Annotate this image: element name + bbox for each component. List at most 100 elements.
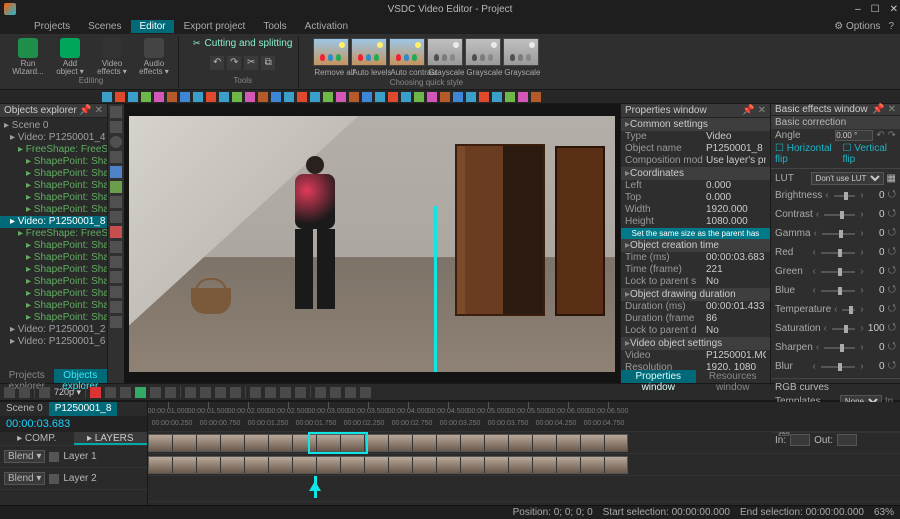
preview-canvas[interactable]	[129, 116, 615, 372]
tool-sprite[interactable]	[110, 271, 122, 283]
property-row[interactable]: Composition modUse layer's properties	[621, 155, 770, 167]
quick-style-remove-all[interactable]: Remove all	[313, 38, 349, 66]
property-row[interactable]: Time (frame)221	[621, 264, 770, 276]
track-header[interactable]: Blend ▾Layer 1	[0, 446, 147, 468]
toolbar-icon[interactable]	[401, 92, 411, 102]
menu-export-project[interactable]: Export project	[176, 20, 254, 33]
help-button[interactable]: ?	[888, 21, 894, 32]
tool-rect[interactable]	[110, 121, 122, 133]
tool-subtitle[interactable]	[110, 301, 122, 313]
tool-counter[interactable]	[110, 241, 122, 253]
toolbar-icon[interactable]	[362, 92, 372, 102]
goto-end-icon[interactable]	[230, 387, 241, 398]
tree-item[interactable]: ▸ Video: P1250001_8	[0, 216, 107, 228]
tree-item[interactable]: ▸ ShapePoint: ShapePoint	[0, 300, 107, 312]
audio-button[interactable]: Audioeffects ▾	[136, 38, 172, 76]
tree-item[interactable]: ▸ ShapePoint: ShapePoint	[0, 240, 107, 252]
crumb-scene[interactable]: Scene 0	[0, 402, 49, 416]
tree-item[interactable]: ▸ ShapePoint: ShapePoint	[0, 168, 107, 180]
property-row[interactable]: VideoP1250001.MOV; l	[621, 350, 770, 362]
slider-red[interactable]: Red‹›0⭯	[771, 243, 900, 262]
slider-blur[interactable]: Blur‹›0⭯	[771, 357, 900, 376]
section-basic-correction[interactable]: Basic correction	[771, 116, 900, 129]
toolbar-icon[interactable]	[115, 92, 125, 102]
tool-chart[interactable]	[110, 211, 122, 223]
slider-contrast[interactable]: Contrast‹›0⭯	[771, 205, 900, 224]
tool-shape[interactable]	[110, 181, 122, 193]
maximize-button[interactable]: ☐	[871, 4, 880, 15]
toolbar-icon[interactable]	[531, 92, 541, 102]
vflip-checkbox[interactable]: ☐ Vertical flip	[842, 143, 896, 165]
tree-item[interactable]: ▸ ShapePoint: ShapePoint	[0, 204, 107, 216]
toolbar-icon[interactable]	[388, 92, 398, 102]
tab-resources-window[interactable]: Resources window	[696, 370, 771, 383]
tree-item[interactable]: ▸ Scene 0	[0, 120, 107, 132]
tree-item[interactable]: ▸ ShapePoint: ShapePoint	[0, 312, 107, 324]
property-row[interactable]: Resolution1920, 1080	[621, 362, 770, 370]
menu-tools[interactable]: Tools	[255, 20, 294, 33]
properties-body[interactable]: Common settingsTypeVideoObject nameP1250…	[621, 118, 770, 370]
tool-video[interactable]	[110, 286, 122, 298]
close-button[interactable]: ✕	[890, 4, 898, 15]
props-section-header[interactable]: Common settings	[621, 118, 770, 131]
zoom-out-icon[interactable]	[4, 387, 15, 398]
slider-brightness[interactable]: Brightness‹›0⭯	[771, 186, 900, 205]
property-row[interactable]: Time (ms)00:00:03.683	[621, 252, 770, 264]
tab-objects-explorer[interactable]: Objects explorer	[54, 369, 108, 383]
hflip-checkbox[interactable]: ☐ Horizontal flip	[775, 143, 839, 165]
tree-item[interactable]: ▸ FreeShape: FreeShape 1	[0, 228, 107, 240]
props-section-header[interactable]: Coordinates	[621, 167, 770, 180]
tab-projects-explorer[interactable]: Projects explorer	[0, 369, 54, 383]
toolbar-icon[interactable]	[440, 92, 450, 102]
next-frame-icon[interactable]	[165, 387, 176, 398]
slider-green[interactable]: Green‹›0⭯	[771, 262, 900, 281]
slider-saturation[interactable]: Saturation‹›100⭯	[771, 319, 900, 338]
property-row[interactable]: Duration (frame86	[621, 313, 770, 325]
toolbar-icon[interactable]	[310, 92, 320, 102]
toolbar-icon[interactable]	[375, 92, 385, 102]
tab-properties-window[interactable]: Properties window	[621, 370, 696, 383]
tool-tooltip[interactable]	[110, 316, 122, 328]
run-button[interactable]: RunWizard...	[10, 38, 46, 76]
toolbar-icon[interactable]	[219, 92, 229, 102]
toolbar-icon[interactable]	[505, 92, 515, 102]
minimize-button[interactable]: –	[855, 4, 861, 15]
quick-style-grayscale[interactable]: Grayscale	[503, 38, 539, 66]
slider-sharpen[interactable]: Sharpen‹›0⭯	[771, 338, 900, 357]
property-row[interactable]: Left0.000	[621, 180, 770, 192]
magnet-icon[interactable]	[330, 387, 341, 398]
tool-ellipse[interactable]	[110, 136, 122, 148]
toolbar-icon[interactable]	[284, 92, 294, 102]
tool-icon-2[interactable]: ✂	[244, 56, 258, 70]
zoom-in-icon[interactable]	[19, 387, 30, 398]
props-section-header[interactable]: Object creation time	[621, 239, 770, 252]
toolbar-icon[interactable]	[245, 92, 255, 102]
property-row[interactable]: Top0.000	[621, 192, 770, 204]
tree-item[interactable]: ▸ ShapePoint: ShapePoint	[0, 288, 107, 300]
toolbar-icon[interactable]	[180, 92, 190, 102]
toolbar-icon[interactable]	[336, 92, 346, 102]
video-button[interactable]: Videoeffects ▾	[94, 38, 130, 76]
property-row[interactable]: Lock to parent dNo	[621, 325, 770, 337]
tool-icon-3[interactable]: ⧉	[261, 56, 275, 70]
prev-frame-icon[interactable]	[105, 387, 116, 398]
tool-audio[interactable]	[110, 226, 122, 238]
quick-style-auto-levels[interactable]: Auto levels	[351, 38, 387, 66]
play-icon[interactable]	[135, 387, 146, 398]
tree-item[interactable]: ▸ Video: P1250001_2	[0, 324, 107, 336]
tool-line[interactable]	[110, 196, 122, 208]
tree-item[interactable]: ▸ Video: P1250001_4	[0, 132, 107, 144]
property-row[interactable]: Lock to parent sNo	[621, 276, 770, 288]
tool-image[interactable]	[110, 151, 122, 163]
tree-item[interactable]: ▸ ShapePoint: ShapePoint	[0, 156, 107, 168]
toolbar-icon[interactable]	[167, 92, 177, 102]
quick-style-grayscale[interactable]: Grayscale	[465, 38, 501, 66]
timeline-ruler[interactable]: 00:00:01.00000:00:01.50000:00:02.00000:0…	[148, 402, 900, 432]
tree-item[interactable]: ▸ ShapePoint: ShapePoint	[0, 180, 107, 192]
speaker-icon[interactable]	[39, 387, 50, 398]
marker-in-icon[interactable]	[280, 387, 291, 398]
menu-projects[interactable]: Projects	[26, 20, 78, 33]
tool-cursor[interactable]	[110, 106, 122, 118]
toolbar-icon[interactable]	[271, 92, 281, 102]
menu-scenes[interactable]: Scenes	[80, 20, 129, 33]
